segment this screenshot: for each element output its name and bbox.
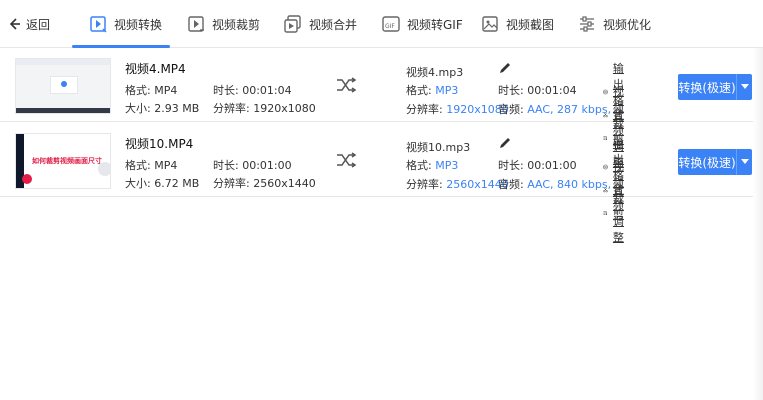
format-value: MP3 bbox=[435, 84, 459, 97]
tab-video-crop[interactable]: 视频裁剪 bbox=[186, 10, 260, 38]
output-resolution: 分辨率: 1920x1080 bbox=[406, 101, 509, 117]
output-resolution: 分辨率: 2560x1440 bbox=[406, 176, 509, 192]
source-resolution: 分辨率: 2560x1440 bbox=[213, 175, 316, 191]
duration-label: 时长: bbox=[213, 84, 239, 97]
output-file-name: 视频10.mp3 bbox=[406, 141, 471, 154]
gif-icon: GIF bbox=[382, 16, 400, 32]
format-value: MP3 bbox=[435, 159, 459, 172]
output-duration: 时长: 00:01:04 bbox=[498, 82, 577, 98]
source-file-name: 视频10.MP4 bbox=[125, 137, 194, 151]
format-label: 格式: bbox=[406, 159, 432, 172]
output-file-name: 视频4.mp3 bbox=[406, 66, 464, 79]
thumb-circle bbox=[22, 174, 32, 184]
convert-dropdown[interactable] bbox=[737, 149, 752, 175]
edit-icon[interactable] bbox=[498, 61, 512, 75]
convert-label: 转换(极速) bbox=[678, 80, 736, 95]
duration-label: 时长: bbox=[213, 159, 239, 172]
duration-value: 00:01:04 bbox=[527, 84, 577, 97]
source-duration: 时长: 00:01:04 bbox=[213, 82, 292, 98]
action-label: 音频调整 bbox=[612, 183, 624, 244]
resolution-label: 分辨率: bbox=[213, 102, 250, 115]
tab-video-convert[interactable]: 视频转换 bbox=[88, 10, 162, 38]
sliders-icon bbox=[580, 16, 594, 32]
tab-video-to-gif[interactable]: GIF 视频转GIF bbox=[381, 10, 463, 38]
format-value: MP4 bbox=[154, 159, 178, 172]
format-label: 格式: bbox=[125, 84, 151, 97]
arrow-left-icon bbox=[9, 18, 20, 30]
thumb-topbar bbox=[16, 59, 110, 65]
source-duration: 时长: 00:01:00 bbox=[213, 157, 292, 173]
audio-adjust-icon bbox=[603, 211, 607, 216]
resolution-label: 分辨率: bbox=[406, 178, 443, 191]
tab-label: 视频转换 bbox=[114, 17, 163, 32]
thumb-bottombar bbox=[16, 108, 110, 113]
source-format: 格式: MP4 bbox=[125, 82, 177, 98]
screenshot-icon bbox=[482, 16, 498, 32]
source-size: 大小: 2.93 MB bbox=[125, 100, 199, 116]
resolution-label: 分辨率: bbox=[406, 103, 443, 116]
edit-icon[interactable] bbox=[498, 136, 512, 150]
audio-label: 音频: bbox=[498, 103, 524, 116]
source-size: 大小: 6.72 MB bbox=[125, 175, 199, 191]
thumb-circle bbox=[98, 162, 110, 176]
duration-label: 时长: bbox=[498, 84, 524, 97]
tab-label: 视频裁剪 bbox=[212, 17, 261, 32]
output-duration: 时长: 00:01:00 bbox=[498, 157, 577, 173]
back-button[interactable]: 返回 bbox=[6, 14, 50, 34]
source-file-name: 视频4.MP4 bbox=[125, 62, 186, 76]
svg-text:GIF: GIF bbox=[385, 23, 395, 30]
resolution-value: 2560x1440 bbox=[253, 177, 316, 190]
tab-label: 视频转GIF bbox=[407, 17, 463, 32]
format-label: 格式: bbox=[125, 159, 151, 172]
format-label: 格式: bbox=[406, 84, 432, 97]
resolution-label: 分辨率: bbox=[213, 177, 250, 190]
duration-value: 00:01:04 bbox=[242, 84, 292, 97]
size-label: 大小: bbox=[125, 102, 151, 115]
source-resolution: 分辨率: 1920x1080 bbox=[213, 100, 316, 116]
thumb-title: 如何裁剪视频画面尺寸 bbox=[32, 157, 102, 165]
audio-adjust-link[interactable]: 音频调整 bbox=[603, 181, 631, 245]
source-format: 格式: MP4 bbox=[125, 157, 177, 173]
tab-label: 视频优化 bbox=[603, 17, 652, 32]
crop-play-icon bbox=[188, 16, 204, 32]
play-icon bbox=[90, 16, 107, 33]
format-value: MP4 bbox=[154, 84, 178, 97]
duration-label: 时长: bbox=[498, 159, 524, 172]
back-label: 返回 bbox=[26, 17, 51, 32]
tab-video-merge[interactable]: 视频合并 bbox=[283, 10, 357, 38]
size-value: 2.93 MB bbox=[154, 102, 200, 115]
file-row: 如何裁剪视频画面尺寸 视频10.MP4 格式: MP4 时长: 00:01:00… bbox=[0, 123, 763, 244]
tab-label: 视频截图 bbox=[506, 17, 555, 32]
thumb-dot bbox=[61, 81, 67, 87]
convert-button[interactable]: 转换(极速) bbox=[678, 149, 752, 175]
file-row: 视频4.MP4 格式: MP4 时长: 00:01:04 大小: 2.93 MB… bbox=[0, 48, 763, 169]
size-label: 大小: bbox=[125, 177, 151, 190]
caret-down-icon bbox=[740, 159, 749, 164]
convert-label: 转换(极速) bbox=[678, 155, 736, 170]
video-thumbnail[interactable] bbox=[15, 58, 111, 114]
output-format: 格式: MP3 bbox=[406, 82, 458, 98]
output-format: 格式: MP3 bbox=[406, 157, 458, 173]
convert-button[interactable]: 转换(极速) bbox=[678, 74, 752, 100]
size-value: 6.72 MB bbox=[154, 177, 200, 190]
audio-label: 音频: bbox=[498, 178, 524, 191]
top-navigation: 返回 视频转换 视频裁剪 视频合并 GIF 视频转GIF 视频截图 视频优化 bbox=[0, 0, 763, 48]
resolution-value: 1920x1080 bbox=[253, 102, 316, 115]
tab-label: 视频合并 bbox=[309, 17, 358, 32]
video-thumbnail[interactable]: 如何裁剪视频画面尺寸 bbox=[15, 133, 111, 189]
shuffle-icon bbox=[337, 77, 357, 93]
duration-value: 00:01:00 bbox=[527, 159, 577, 172]
shuffle-icon bbox=[337, 152, 357, 168]
tab-video-screenshot[interactable]: 视频截图 bbox=[480, 10, 554, 38]
right-edge-shadow bbox=[753, 48, 763, 400]
caret-down-icon bbox=[740, 84, 749, 89]
merge-play-icon bbox=[284, 15, 301, 33]
convert-dropdown[interactable] bbox=[737, 74, 752, 100]
duration-value: 00:01:00 bbox=[242, 159, 292, 172]
tab-video-optimize[interactable]: 视频优化 bbox=[577, 10, 651, 38]
